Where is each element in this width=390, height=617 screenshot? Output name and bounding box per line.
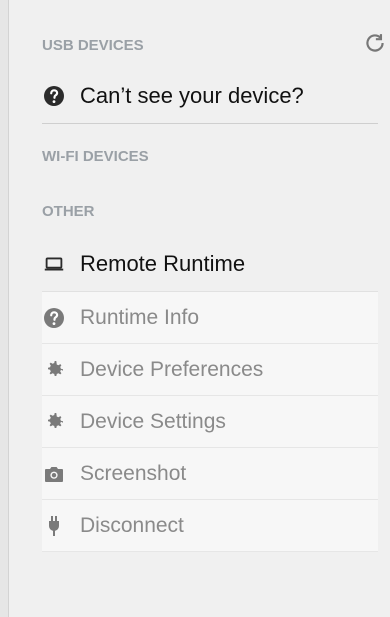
remote-runtime-label: Remote Runtime — [80, 251, 246, 276]
gear-icon — [42, 410, 66, 434]
runtime-menu: Runtime Info Device Preferences Device S… — [42, 291, 378, 552]
cant-see-device-label: Can’t see your device? — [80, 83, 304, 108]
other-header: OTHER — [42, 203, 95, 220]
disconnect-label: Disconnect — [80, 513, 184, 537]
usb-devices-header: USB DEVICES — [42, 37, 144, 54]
remote-runtime-item[interactable]: Remote Runtime — [42, 238, 378, 290]
runtime-info-item[interactable]: Runtime Info — [42, 292, 378, 344]
disconnect-item[interactable]: Disconnect — [42, 500, 378, 552]
gear-icon — [42, 358, 66, 382]
info-icon — [42, 306, 66, 330]
laptop-icon — [42, 252, 66, 276]
screenshot-item[interactable]: Screenshot — [42, 448, 378, 500]
device-preferences-item[interactable]: Device Preferences — [42, 344, 378, 396]
device-sidebar: USB DEVICES Can’t see your device? WI-FI… — [9, 0, 390, 617]
runtime-info-label: Runtime Info — [80, 305, 200, 329]
device-preferences-label: Device Preferences — [80, 357, 264, 381]
device-settings-label: Device Settings — [80, 409, 226, 433]
cant-see-device-link[interactable]: Can’t see your device? — [42, 70, 378, 122]
refresh-icon[interactable] — [362, 30, 388, 56]
screenshot-label: Screenshot — [80, 461, 187, 485]
device-settings-item[interactable]: Device Settings — [42, 396, 378, 448]
help-icon — [42, 84, 66, 108]
wifi-devices-header: WI-FI DEVICES — [42, 148, 149, 165]
plug-icon — [42, 514, 66, 538]
divider — [42, 123, 378, 124]
left-border — [0, 0, 9, 617]
camera-icon — [42, 462, 66, 486]
